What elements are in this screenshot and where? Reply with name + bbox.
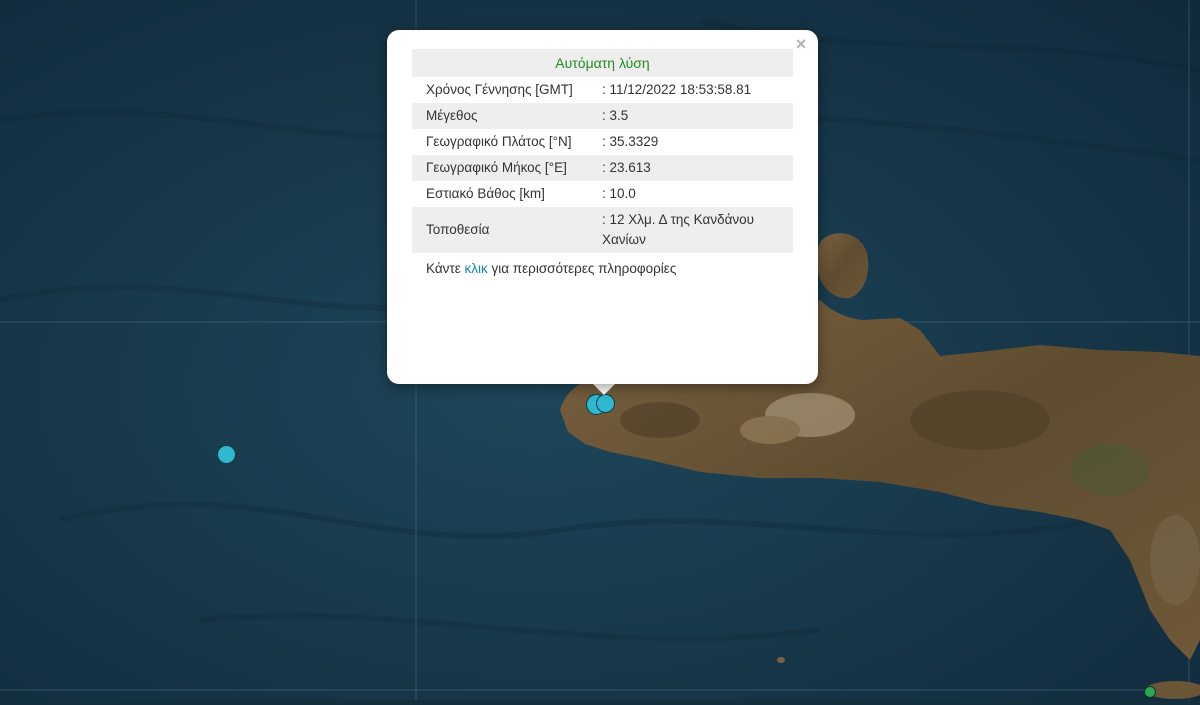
row-value: : 11/12/2022 18:53:58.81 <box>602 82 752 97</box>
earthquake-marker-green[interactable] <box>1144 686 1156 698</box>
close-icon[interactable]: × <box>792 35 810 53</box>
islet <box>777 657 785 663</box>
row-label: Γεωγραφικό Μήκος [°E] <box>412 155 588 181</box>
table-row: Τοποθεσία : 12 Χλμ. Δ της Κανδάνου Χανίω… <box>412 207 793 253</box>
more-info-link[interactable]: κλικ <box>465 261 488 276</box>
row-label: Χρόνος Γέννησης [GMT] <box>426 82 573 97</box>
earthquake-marker-selected[interactable] <box>596 394 615 413</box>
row-value: : 35.3329 <box>602 134 659 149</box>
row-label: Μέγεθος <box>412 103 588 129</box>
popup-pointer <box>592 383 616 395</box>
earthquake-marker[interactable] <box>217 445 236 464</box>
table-row: Εστιακό Βάθος [km] : 10.0 <box>412 181 793 207</box>
row-value: : 23.613 <box>588 155 793 181</box>
earthquake-details-table: Αυτόματη λύση Χρόνος Γέννησης [GMT] : 11… <box>412 49 793 253</box>
popup-footer: Κάντε κλικ για περισσότερες πληροφορίες <box>412 253 793 276</box>
row-value: : 3.5 <box>588 103 793 129</box>
footer-text-post: για περισσότερες πληροφορίες <box>487 261 677 276</box>
popup-title: Αυτόματη λύση <box>412 49 793 77</box>
popup-title-row: Αυτόματη λύση <box>412 49 793 77</box>
row-value: : 10.0 <box>602 186 636 201</box>
earthquake-info-popup: × Αυτόματη λύση Χρόνος Γέννησης [GMT] : … <box>387 30 818 384</box>
row-value: : 12 Χλμ. Δ της Κανδάνου Χανίων <box>588 207 793 253</box>
table-row: Γεωγραφικό Μήκος [°E] : 23.613 <box>412 155 793 181</box>
table-row: Γεωγραφικό Πλάτος [°N] : 35.3329 <box>412 129 793 155</box>
row-label: Γεωγραφικό Πλάτος [°N] <box>426 134 572 149</box>
table-row: Μέγεθος : 3.5 <box>412 103 793 129</box>
footer-text-pre: Κάντε <box>426 261 465 276</box>
row-label: Εστιακό Βάθος [km] <box>426 186 545 201</box>
row-label: Τοποθεσία <box>412 207 588 253</box>
table-row: Χρόνος Γέννησης [GMT] : 11/12/2022 18:53… <box>412 77 793 103</box>
popup-content: Αυτόματη λύση Χρόνος Γέννησης [GMT] : 11… <box>412 49 793 276</box>
